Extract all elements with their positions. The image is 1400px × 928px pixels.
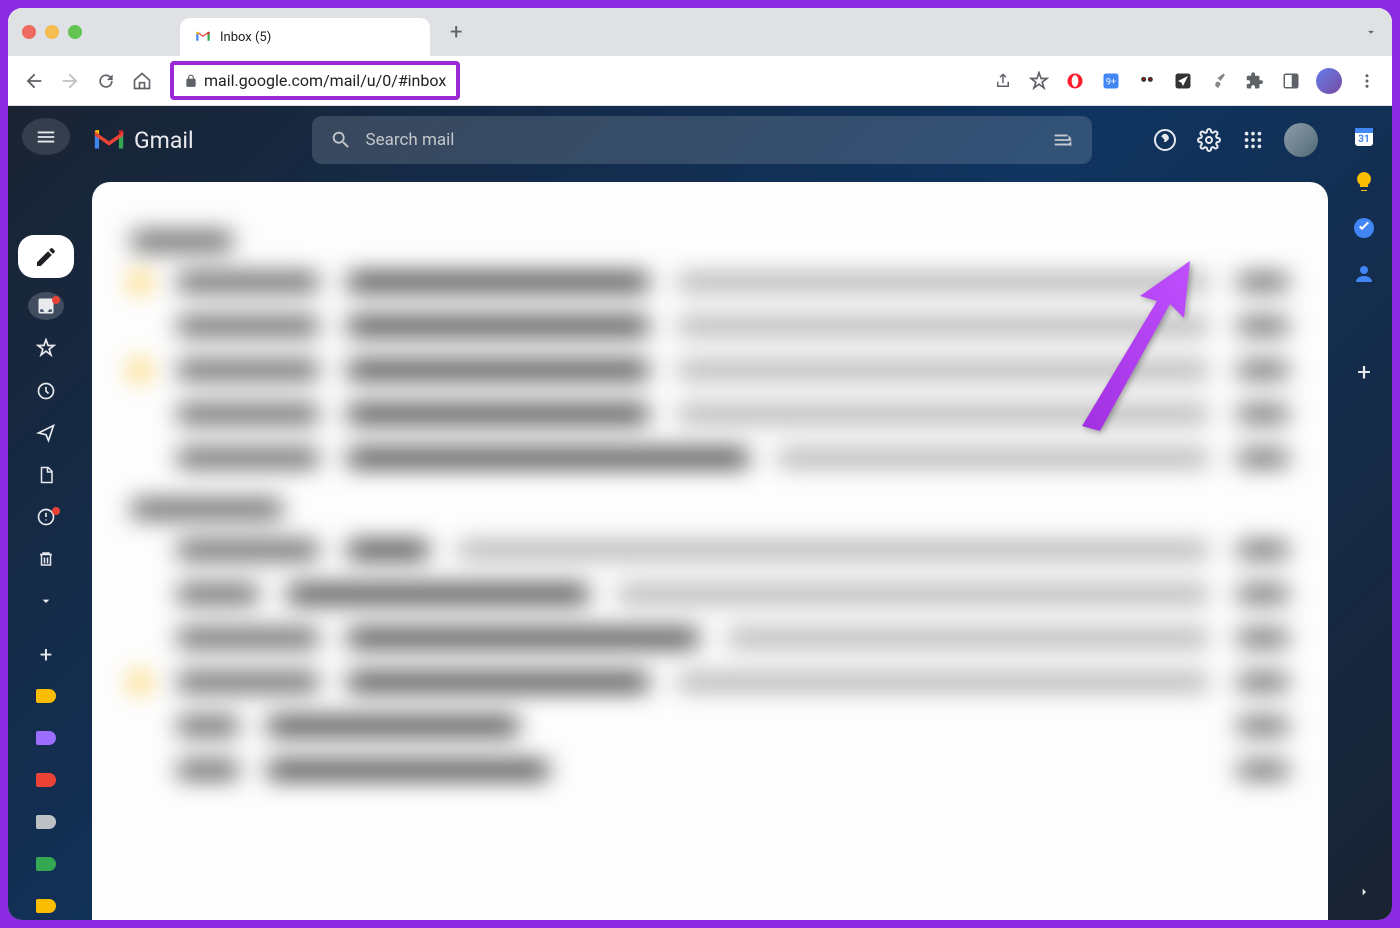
title-bar: Inbox (5) + [8,8,1392,56]
get-addons-button[interactable]: + [1357,358,1371,386]
left-rail: + [8,106,84,920]
sent-nav-icon[interactable] [28,419,64,447]
hide-sidepanel-button[interactable] [1356,884,1372,900]
browser-menu-icon[interactable] [1356,70,1378,92]
new-tab-button[interactable]: + [450,20,462,45]
gmail-header: Gmail [84,106,1336,174]
tab-title: Inbox (5) [220,30,271,45]
svg-text:31: 31 [1358,134,1369,145]
search-options-icon[interactable] [1052,129,1074,151]
apps-grid-icon[interactable] [1240,127,1266,153]
label-1[interactable] [28,682,64,710]
search-bar[interactable] [312,116,1092,164]
browser-window: Inbox (5) + mail.google.com/mail/u/0/#in… [8,8,1392,920]
add-label-button[interactable]: + [40,643,52,668]
starred-nav-icon[interactable] [28,334,64,362]
back-button[interactable] [22,69,46,93]
label-3[interactable] [28,766,64,794]
lock-icon [184,74,198,88]
browser-toolbar: mail.google.com/mail/u/0/#inbox 9+ [8,56,1392,106]
blurred-mail-content [92,182,1328,822]
header-icons [1152,123,1318,157]
gmail-favicon-icon [194,28,212,46]
tabs-dropdown-icon[interactable] [1364,25,1378,39]
share-icon[interactable] [992,70,1014,92]
address-bar[interactable]: mail.google.com/mail/u/0/#inbox [166,61,980,100]
reload-button[interactable] [94,69,118,93]
important-nav-icon[interactable] [28,503,64,531]
svg-text:9+: 9+ [1106,77,1116,87]
profile-avatar[interactable] [1316,68,1342,94]
trash-nav-icon[interactable] [28,545,64,573]
inbox-badge [52,296,60,304]
maximize-window-button[interactable] [68,25,82,39]
settings-icon[interactable] [1196,127,1222,153]
window-controls [22,25,82,39]
home-button[interactable] [130,69,154,93]
important-badge [52,507,60,515]
drafts-nav-icon[interactable] [28,461,64,489]
translate-icon[interactable]: 9+ [1100,70,1122,92]
gmail-logo-text: Gmail [134,127,194,154]
main-menu-button[interactable] [22,118,70,155]
extensions-puzzle-icon[interactable] [1244,70,1266,92]
url-highlight-annotation: mail.google.com/mail/u/0/#inbox [170,61,460,100]
send-icon[interactable] [1172,70,1194,92]
minimize-window-button[interactable] [45,25,59,39]
right-side-panel: 31 + [1336,106,1392,920]
extension-icon[interactable] [1136,70,1158,92]
label-2[interactable] [28,724,64,752]
browser-tab[interactable]: Inbox (5) [180,18,430,56]
tasks-app-icon[interactable] [1352,216,1376,240]
label-4[interactable] [28,808,64,836]
brush-icon[interactable] [1208,70,1230,92]
toolbar-extensions: 9+ [992,68,1378,94]
sidepanel-icon[interactable] [1280,70,1302,92]
forward-button[interactable] [58,69,82,93]
search-input[interactable] [366,130,1038,150]
contacts-app-icon[interactable] [1352,262,1376,286]
gmail-app: + Gmail [8,106,1392,920]
more-nav-icon[interactable] [28,587,64,615]
keep-app-icon[interactable] [1352,170,1376,194]
opera-icon[interactable] [1064,70,1086,92]
snoozed-nav-icon[interactable] [28,376,64,404]
inbox-nav-icon[interactable] [28,292,64,320]
support-icon[interactable] [1152,127,1178,153]
account-avatar[interactable] [1284,123,1318,157]
close-window-button[interactable] [22,25,36,39]
label-5[interactable] [28,850,64,878]
bookmark-star-icon[interactable] [1028,70,1050,92]
calendar-app-icon[interactable]: 31 [1352,124,1376,148]
mail-list-panel [92,182,1328,920]
compose-button[interactable] [18,235,74,279]
label-6[interactable] [28,892,64,920]
gmail-logo[interactable]: Gmail [92,127,194,154]
main-area: Gmail [84,106,1336,920]
search-icon [330,129,352,151]
url-text: mail.google.com/mail/u/0/#inbox [204,71,446,90]
